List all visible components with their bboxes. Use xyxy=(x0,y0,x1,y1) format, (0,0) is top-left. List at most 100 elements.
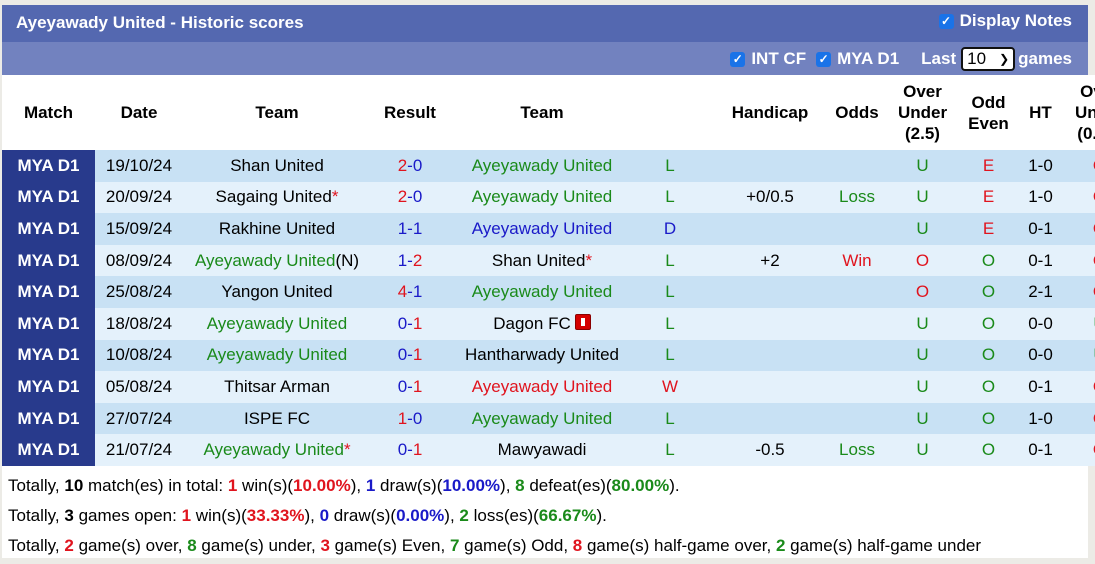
over-under-cell: O xyxy=(879,276,966,308)
col-ht: HT xyxy=(1011,75,1070,150)
league-cell[interactable]: MYA D1 xyxy=(2,276,95,308)
home-team-name[interactable]: Ayeyawady United xyxy=(195,251,336,270)
home-team-cell[interactable]: ISPE FC xyxy=(183,402,371,435)
result-cell[interactable]: 0-1 xyxy=(371,371,449,403)
win-loss-cell: L xyxy=(635,402,705,435)
away-team-cell[interactable]: Mawyawadi xyxy=(449,434,635,466)
home-team-name[interactable]: Rakhine United xyxy=(219,219,335,238)
table-row[interactable]: MYA D1 15/09/24 Rakhine United 1-1 Ayeyawady… xyxy=(2,213,1095,245)
league-cell[interactable]: MYA D1 xyxy=(2,307,95,340)
result-cell[interactable]: 2-0 xyxy=(371,150,449,182)
table-row[interactable]: MYA D1 20/09/24 Sagaing United* 2-0 Ayeyawad… xyxy=(2,181,1095,214)
result-cell[interactable]: 2-0 xyxy=(371,181,449,214)
away-team-cell[interactable]: Shan United* xyxy=(449,244,635,277)
result-cell[interactable]: 0-1 xyxy=(371,339,449,372)
table-row[interactable]: MYA D1 05/08/24 Thitsar Arman 0-1 Ayeyawady … xyxy=(2,371,1095,403)
result-cell[interactable]: 0-1 xyxy=(371,434,449,466)
away-score: 1 xyxy=(412,282,423,302)
home-team-cell[interactable]: Shan United xyxy=(183,150,371,182)
away-team-cell[interactable]: Ayeyawady United xyxy=(449,402,635,435)
table-row[interactable]: MYA D1 25/08/24 Yangon United 4-1 Ayeyawady … xyxy=(2,276,1095,308)
away-team-name[interactable]: Ayeyawady United xyxy=(472,219,613,238)
win-loss-cell: L xyxy=(635,434,705,466)
league-cell[interactable]: MYA D1 xyxy=(2,402,95,435)
win-loss-cell: L xyxy=(635,339,705,372)
table-row[interactable]: MYA D1 19/10/24 Shan United 2-0 Ayeyawady Un… xyxy=(2,150,1095,182)
away-team-cell[interactable]: Ayeyawady United xyxy=(449,150,635,182)
away-team-cell[interactable]: Dagon FC xyxy=(449,307,635,340)
league-cell[interactable]: MYA D1 xyxy=(2,213,95,245)
league-cell[interactable]: MYA D1 xyxy=(2,371,95,403)
over-under-cell: U xyxy=(879,181,966,214)
result-cell[interactable]: 4-1 xyxy=(371,276,449,308)
col-away-team: Team xyxy=(449,75,635,150)
over-under-cell: U xyxy=(879,434,966,466)
handicap-cell xyxy=(705,150,835,182)
result-cell[interactable]: 1-2 xyxy=(371,244,449,277)
half-time-cell: 0-1 xyxy=(1011,434,1070,466)
home-team-cell[interactable]: Ayeyawady United(N) xyxy=(183,244,371,277)
home-team-cell[interactable]: Sagaing United* xyxy=(183,181,371,214)
away-team-name[interactable]: Dagon FC xyxy=(493,314,570,333)
display-notes-toggle[interactable]: ✓ Display Notes xyxy=(938,11,1072,31)
away-team-name[interactable]: Ayeyawady United xyxy=(472,377,613,396)
home-team-name[interactable]: Thitsar Arman xyxy=(224,377,330,396)
league-cell[interactable]: MYA D1 xyxy=(2,434,95,466)
table-row[interactable]: MYA D1 08/09/24 Ayeyawady United(N) 1-2 Shan… xyxy=(2,244,1095,277)
int-cf-checkbox[interactable]: ✓ xyxy=(730,51,746,67)
display-notes-checkbox[interactable]: ✓ xyxy=(938,13,954,29)
over-under-075-cell: O xyxy=(1070,244,1095,277)
away-team-name[interactable]: Ayeyawady United xyxy=(472,156,613,175)
away-team-cell[interactable]: Ayeyawady United xyxy=(449,371,635,403)
table-row[interactable]: MYA D1 21/07/24 Ayeyawady United* 0-1 Mawyaw… xyxy=(2,434,1095,466)
date-cell: 19/10/24 xyxy=(95,150,183,182)
half-time-cell: 1-0 xyxy=(1011,150,1070,182)
half-time-cell: 0-0 xyxy=(1011,339,1070,372)
result-cell[interactable]: 0-1 xyxy=(371,307,449,340)
away-team-cell[interactable]: Ayeyawady United xyxy=(449,181,635,214)
league-cell[interactable]: MYA D1 xyxy=(2,181,95,214)
win-loss-cell: L xyxy=(635,150,705,182)
away-team-name[interactable]: Ayeyawady United xyxy=(472,282,613,301)
home-team-name[interactable]: Sagaing United xyxy=(216,187,332,206)
table-row[interactable]: MYA D1 10/08/24 Ayeyawady United 0-1 Hanthar… xyxy=(2,339,1095,372)
home-team-name[interactable]: ISPE FC xyxy=(244,409,310,428)
home-team-cell[interactable]: Rakhine United xyxy=(183,213,371,245)
away-team-name[interactable]: Ayeyawady United xyxy=(472,187,613,206)
filter-int-cf[interactable]: ✓ INT CF xyxy=(730,49,806,69)
filter-mya-d1[interactable]: ✓ MYA D1 xyxy=(816,49,899,69)
home-team-name[interactable]: Shan United xyxy=(230,156,324,175)
home-team-cell[interactable]: Ayeyawady United xyxy=(183,339,371,372)
league-cell[interactable]: MYA D1 xyxy=(2,244,95,277)
mya-d1-checkbox[interactable]: ✓ xyxy=(816,51,832,67)
home-team-cell[interactable]: Ayeyawady United xyxy=(183,307,371,340)
half-time-cell: 2-1 xyxy=(1011,276,1070,308)
away-team-name[interactable]: Hantharwady United xyxy=(465,345,619,364)
games-count-select[interactable]: 10 ❯ xyxy=(961,47,1016,71)
home-team-name[interactable]: Ayeyawady United xyxy=(207,314,348,333)
home-team-name[interactable]: Yangon United xyxy=(221,282,332,301)
table-row[interactable]: MYA D1 27/07/24 ISPE FC 1-0 Ayeyawady United… xyxy=(2,402,1095,435)
away-score: 0 xyxy=(412,155,423,175)
table-row[interactable]: MYA D1 18/08/24 Ayeyawady United 0-1 Dagon F… xyxy=(2,307,1095,340)
away-team-name[interactable]: Ayeyawady United xyxy=(472,409,613,428)
over-under-075-cell: O xyxy=(1070,434,1095,466)
over-under-075-cell: O xyxy=(1070,181,1095,214)
over-under-cell: U xyxy=(879,402,966,435)
away-team-cell[interactable]: Ayeyawady United xyxy=(449,213,635,245)
away-star-marker: * xyxy=(585,250,593,270)
display-notes-label: Display Notes xyxy=(959,11,1072,30)
home-team-cell[interactable]: Ayeyawady United* xyxy=(183,434,371,466)
league-cell[interactable]: MYA D1 xyxy=(2,339,95,372)
home-team-cell[interactable]: Thitsar Arman xyxy=(183,371,371,403)
away-team-cell[interactable]: Hantharwady United xyxy=(449,339,635,372)
league-cell[interactable]: MYA D1 xyxy=(2,150,95,182)
away-team-name[interactable]: Mawyawadi xyxy=(498,440,587,459)
away-team-cell[interactable]: Ayeyawady United xyxy=(449,276,635,308)
away-team-name[interactable]: Shan United xyxy=(492,251,586,270)
home-team-name[interactable]: Ayeyawady United xyxy=(207,345,348,364)
home-team-name[interactable]: Ayeyawady United xyxy=(203,440,344,459)
result-cell[interactable]: 1-1 xyxy=(371,213,449,245)
home-team-cell[interactable]: Yangon United xyxy=(183,276,371,308)
result-cell[interactable]: 1-0 xyxy=(371,402,449,435)
